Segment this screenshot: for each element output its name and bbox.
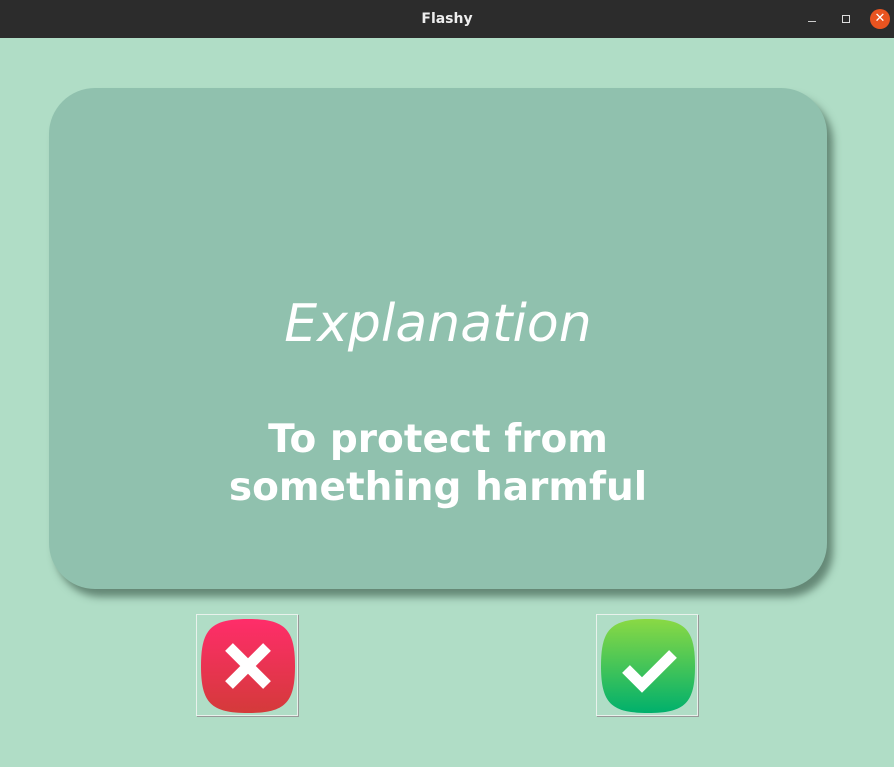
minimize-icon[interactable]: [802, 9, 822, 29]
close-icon[interactable]: ✕: [870, 9, 890, 29]
flashcard: Explanation To protect from something ha…: [49, 88, 827, 589]
title-bar: Flashy ✕: [0, 0, 894, 38]
maximize-icon[interactable]: [836, 9, 856, 29]
check-icon: [601, 619, 695, 713]
wrong-button[interactable]: [196, 614, 298, 716]
right-button[interactable]: [596, 614, 698, 716]
card-text: To protect from something harmful: [228, 417, 648, 510]
window-title: Flashy: [421, 11, 473, 27]
x-icon: [201, 619, 295, 713]
card-heading: Explanation: [284, 294, 592, 354]
